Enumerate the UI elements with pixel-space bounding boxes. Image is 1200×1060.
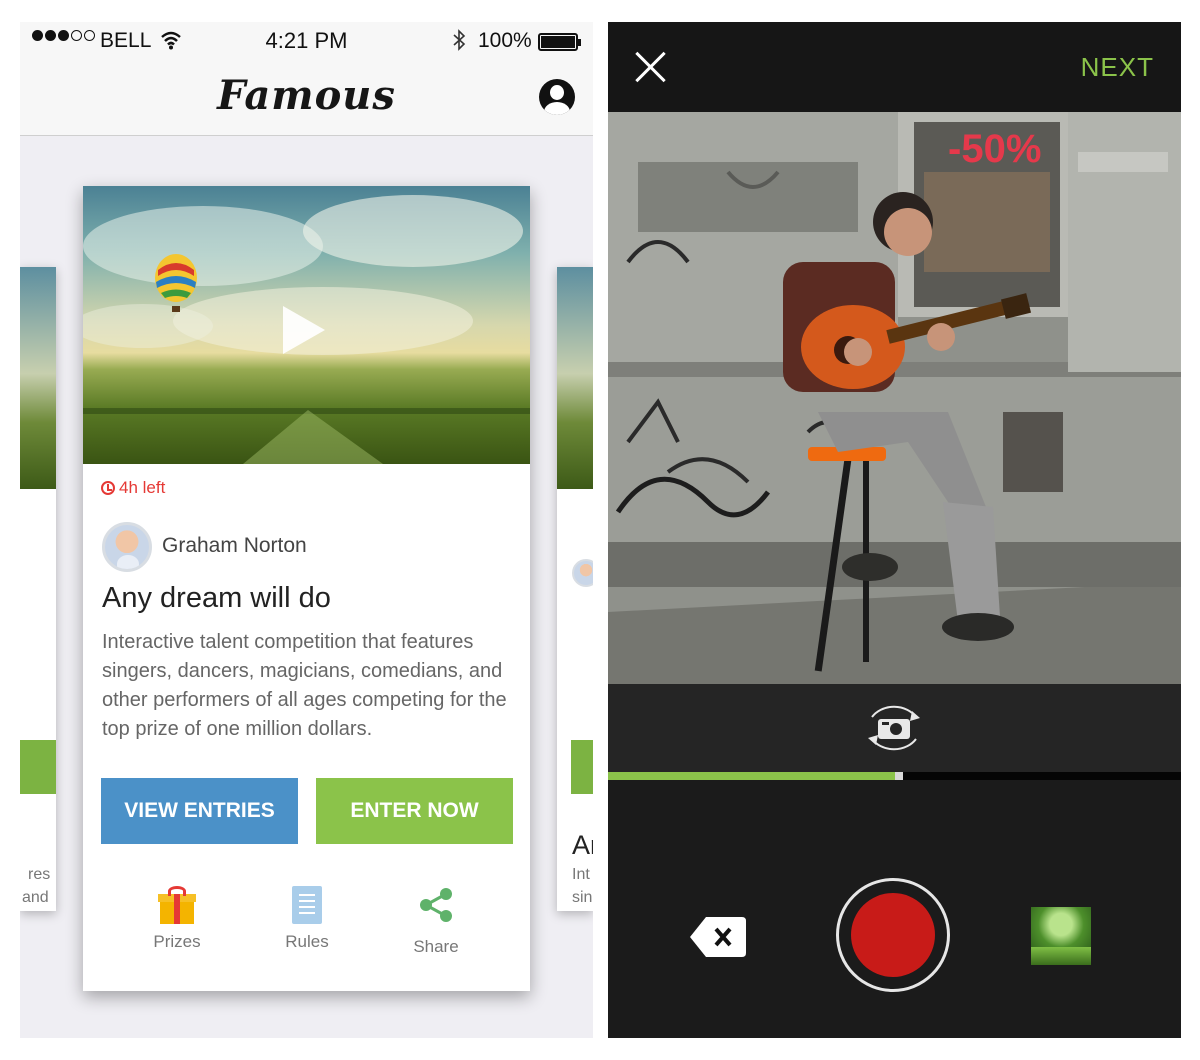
profile-icon[interactable] bbox=[539, 79, 575, 115]
recording-progress-fill bbox=[608, 772, 895, 780]
next-card-text: Int bbox=[572, 866, 590, 883]
gift-icon bbox=[158, 886, 196, 924]
view-entries-button[interactable]: VIEW ENTRIES bbox=[101, 778, 298, 844]
previous-card-text: and bbox=[22, 889, 49, 906]
previous-card-text: res bbox=[28, 866, 51, 883]
rules-button[interactable]: Rules bbox=[262, 886, 352, 952]
share-label: Share bbox=[413, 937, 459, 956]
enter-now-button[interactable]: ENTER NOW bbox=[316, 778, 513, 844]
window-sale-sign: -50% bbox=[948, 127, 1041, 171]
recording-progress-bar bbox=[608, 772, 1181, 780]
document-icon bbox=[292, 886, 322, 924]
hot-air-balloon-icon bbox=[155, 254, 197, 312]
app-logo: Famous bbox=[217, 72, 396, 119]
recording-progress-marker bbox=[895, 772, 903, 780]
time-remaining: 4h left bbox=[101, 478, 165, 498]
competition-description: Interactive talent competition that feat… bbox=[102, 631, 507, 740]
feed-screen: BELL 4:21 PM 100% Famous left res and or… bbox=[20, 22, 593, 1038]
next-card-enter-button[interactable] bbox=[571, 740, 593, 794]
competition-card: 4h left Graham Norton Any dream will do … bbox=[83, 186, 530, 991]
rules-label: Rules bbox=[285, 932, 329, 951]
play-icon[interactable] bbox=[283, 306, 325, 354]
delete-clip-icon[interactable] bbox=[688, 915, 748, 959]
competition-video-thumbnail[interactable] bbox=[83, 186, 530, 464]
flip-camera-icon[interactable] bbox=[860, 703, 928, 753]
time-remaining-text: 4h left bbox=[119, 478, 166, 497]
bluetooth-icon bbox=[453, 29, 466, 51]
gallery-thumbnail[interactable] bbox=[1031, 907, 1091, 965]
status-bar: BELL 4:21 PM 100% bbox=[20, 22, 593, 60]
competition-title: Any dream will do bbox=[102, 582, 331, 614]
share-button[interactable]: Share bbox=[391, 886, 481, 957]
recording-top-bar: NEXT bbox=[608, 22, 1181, 112]
next-button[interactable]: NEXT bbox=[1081, 52, 1154, 83]
recording-screen: NEXT -50% bbox=[608, 22, 1181, 1038]
record-icon bbox=[851, 893, 935, 977]
camera-preview: -50% bbox=[608, 112, 1181, 684]
previous-card[interactable]: left res and or bbox=[20, 267, 56, 911]
next-card-image bbox=[557, 267, 593, 489]
street-musician-scene: -50% bbox=[608, 112, 1181, 684]
nav-bar: Famous bbox=[20, 60, 593, 136]
next-card-avatar bbox=[572, 559, 593, 587]
close-icon[interactable] bbox=[634, 50, 668, 84]
host-avatar[interactable] bbox=[102, 522, 152, 572]
next-card-title: Ar bbox=[572, 830, 593, 860]
host-name[interactable]: Graham Norton bbox=[162, 534, 307, 558]
next-card[interactable]: 2 Ar Int sin oth the bbox=[557, 267, 593, 911]
prizes-button[interactable]: Prizes bbox=[132, 886, 222, 952]
record-button[interactable] bbox=[836, 878, 950, 992]
prizes-label: Prizes bbox=[153, 932, 201, 951]
previous-card-enter-button[interactable] bbox=[20, 740, 56, 794]
next-card-text: sin bbox=[572, 889, 593, 906]
clock-icon bbox=[101, 481, 115, 495]
previous-card-image bbox=[20, 267, 56, 489]
share-icon bbox=[420, 888, 452, 922]
battery-icon bbox=[538, 33, 581, 51]
battery-percent: 100% bbox=[478, 29, 532, 52]
